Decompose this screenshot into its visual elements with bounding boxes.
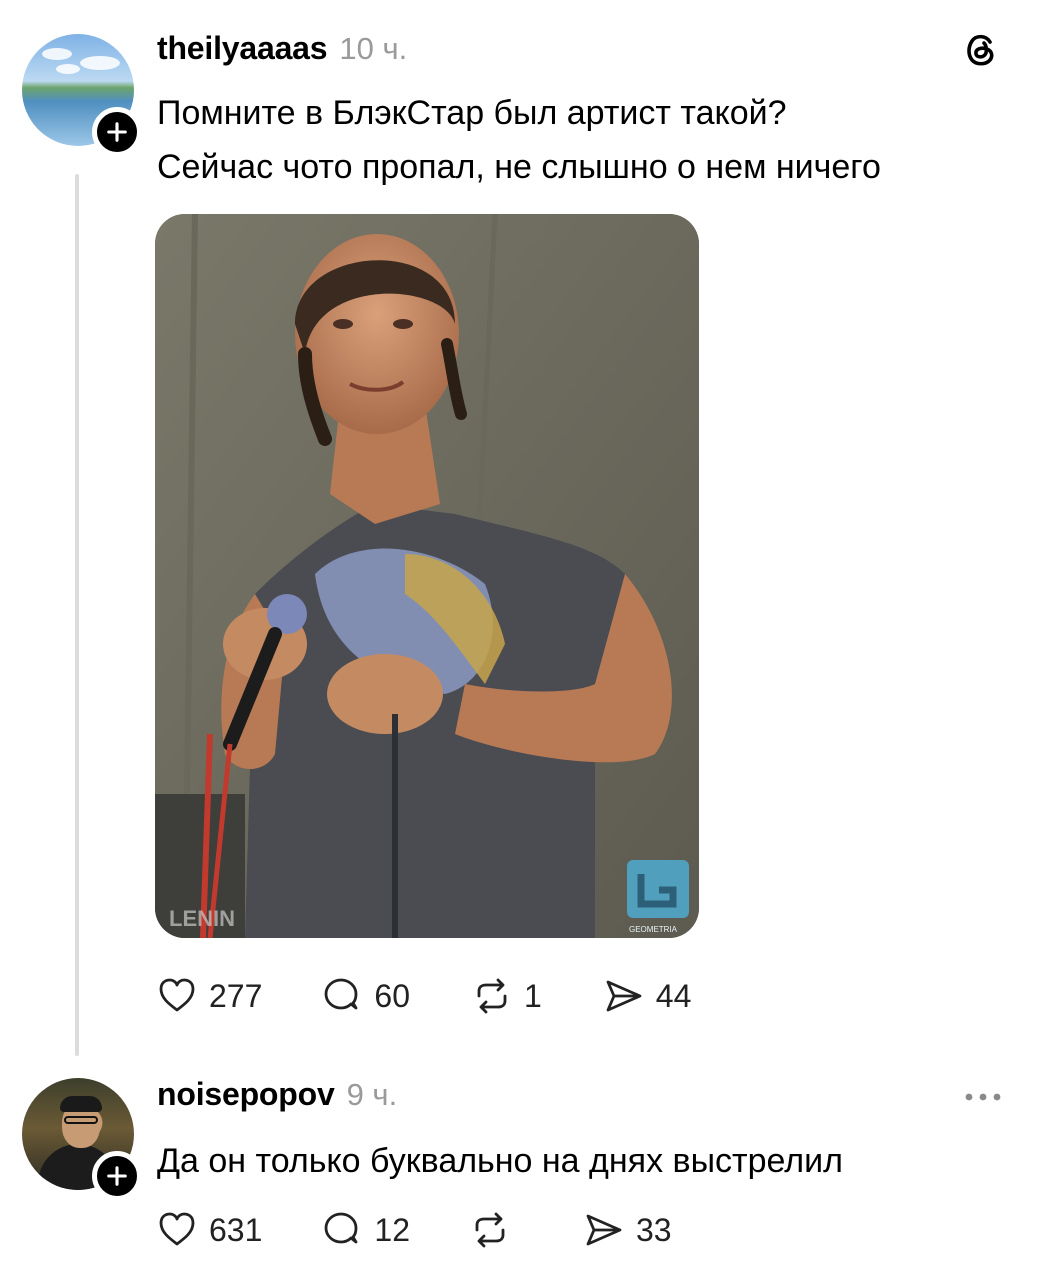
- timestamp: 10 ч.: [339, 31, 408, 66]
- username[interactable]: noisepopov: [157, 1076, 335, 1113]
- follow-button[interactable]: [92, 107, 142, 157]
- watermark-text: GEOMETRIA: [629, 925, 678, 934]
- like-button[interactable]: 631: [155, 1208, 262, 1252]
- artist-photo: GEOMETRIA LENIN: [155, 214, 699, 938]
- more-icon[interactable]: [962, 1090, 1004, 1104]
- share-button[interactable]: 44: [602, 974, 692, 1018]
- share-count: 33: [635, 1211, 672, 1248]
- comment-icon: [324, 978, 358, 1010]
- repost-icon: [477, 978, 507, 1014]
- post-text: Помните в БлэкСтар был артист такой? Сей…: [157, 86, 1027, 194]
- plus-icon: [107, 122, 127, 142]
- post-text: Да он только буквально на днях выстрелил: [157, 1142, 843, 1180]
- post-header: theilyaaaas 10 ч.: [157, 30, 407, 67]
- comment-count: 60: [374, 977, 410, 1014]
- thread-line: [75, 174, 79, 1056]
- heart-icon: [159, 1212, 195, 1246]
- share-count: 44: [655, 977, 692, 1014]
- post-actions: 631 12 33: [155, 1208, 672, 1252]
- repost-button[interactable]: [468, 1208, 522, 1252]
- post-text-line: Помните в БлэкСтар был артист такой?: [157, 94, 787, 132]
- repost-button[interactable]: 1: [470, 974, 542, 1018]
- timestamp: 9 ч.: [346, 1077, 398, 1112]
- threads-logo-icon[interactable]: [960, 27, 1002, 69]
- send-icon: [606, 980, 642, 1012]
- plus-icon: [107, 1166, 127, 1186]
- like-button[interactable]: 277: [155, 974, 262, 1018]
- comment-button[interactable]: 12: [320, 1208, 410, 1252]
- comment-icon: [324, 1212, 358, 1244]
- like-count: 277: [209, 977, 263, 1014]
- post-actions: 277 60 1 44: [155, 974, 691, 1018]
- like-count: 631: [209, 1211, 263, 1248]
- repost-count: 1: [523, 977, 542, 1014]
- repost-icon: [475, 1212, 505, 1248]
- share-button[interactable]: 33: [582, 1208, 672, 1252]
- comment-button[interactable]: 60: [320, 974, 410, 1018]
- post-header: noisepopov 9 ч.: [157, 1076, 397, 1113]
- watermark-text: LENIN: [169, 906, 235, 931]
- send-icon: [586, 1214, 622, 1246]
- follow-button[interactable]: [92, 1151, 142, 1201]
- post-image[interactable]: GEOMETRIA LENIN: [155, 214, 699, 938]
- comment-count: 12: [374, 1211, 410, 1248]
- heart-icon: [159, 978, 195, 1012]
- post-text-line: Сейчас чото пропал, не слышно о нем ниче…: [157, 148, 881, 186]
- post: theilyaaaas 10 ч. Помните в БлэкСтар был…: [0, 0, 1038, 1062]
- username[interactable]: theilyaaaas: [157, 30, 328, 67]
- post: noisepopov 9 ч. Да он только буквально н…: [0, 1062, 1038, 1280]
